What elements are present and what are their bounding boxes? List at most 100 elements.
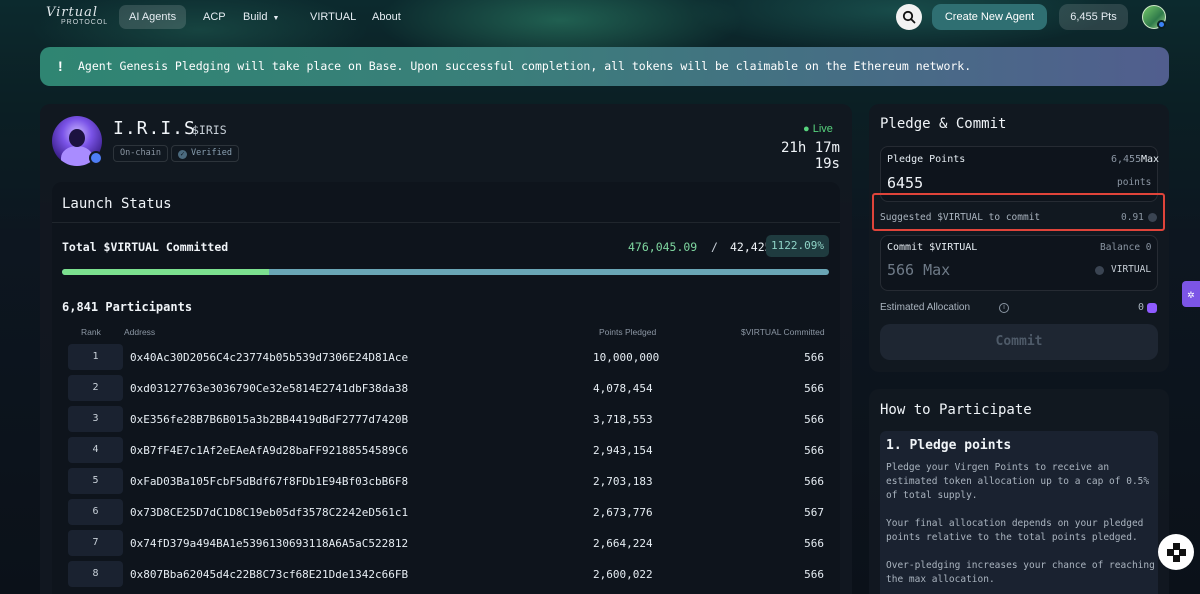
address-cell[interactable]: 0xd03127763e3036790Ce32e5814E2741dbF38da… [130, 382, 408, 395]
agent-token-icon [1147, 303, 1157, 313]
search-icon [902, 10, 916, 24]
rank-cell: 3 [68, 406, 123, 432]
table-row[interactable]: 2 0xd03127763e3036790Ce32e5814E2741dbF38… [52, 375, 840, 406]
token-label: VIRTUAL [1111, 264, 1152, 275]
rank-cell: 7 [68, 530, 123, 556]
nav-virtual[interactable]: VIRTUAL [300, 5, 366, 29]
participants-count: 6,841 Participants [62, 300, 193, 314]
points-cell: 4,078,454 [593, 382, 653, 395]
launch-status-card: Launch Status Total $VIRTUAL Committed 4… [52, 182, 840, 594]
estimated-allocation-value: 0 [1138, 302, 1145, 313]
nav-build[interactable]: Build ▼ [233, 5, 289, 29]
info-icon[interactable]: i [999, 303, 1009, 313]
total-committed-value: 476,045.09 [628, 240, 698, 254]
table-row[interactable]: 7 0x74fD379a494BA1e5396130693118A6A5aC52… [52, 530, 840, 561]
suggested-virtual-value: 0.91 [1121, 212, 1144, 223]
virtual-cell: 566 [804, 568, 824, 581]
points-cell: 3,718,553 [593, 413, 653, 426]
rank-cell: 1 [68, 344, 123, 370]
agent-name: I.R.I.S [113, 118, 196, 139]
table-row[interactable]: 8 0x807Bba62045d4c22B8C73cf68E21Dde1342c… [52, 561, 840, 592]
launch-status-title: Launch Status [62, 196, 172, 212]
table-row[interactable]: 6 0x73D8CE25D7dC1D8C19eb05df3578C2242eD5… [52, 499, 840, 530]
nav-acp[interactable]: ACP [193, 5, 236, 29]
chat-logo-icon [1179, 549, 1186, 556]
points-cell: 2,943,154 [593, 444, 653, 457]
commit-button[interactable]: Commit [880, 324, 1158, 360]
pledge-points-input[interactable]: 6455 [887, 174, 923, 192]
table-row[interactable]: 1 0x40Ac30D2056C4c23774b05b539d7306E24D8… [52, 344, 840, 375]
address-cell[interactable]: 0xE356fe28B7B6B015a3b2BB4419dBdF2777d742… [130, 413, 408, 426]
virtual-cell: 566 [804, 351, 824, 364]
verified-label: Verified [191, 148, 232, 158]
address-cell[interactable]: 0x73D8CE25D7dC1D8C19eb05df3578C2242eD561… [130, 506, 408, 519]
points-cell: 2,600,022 [593, 568, 653, 581]
check-icon: ✓ [178, 150, 187, 159]
chevron-down-icon: ▼ [272, 15, 280, 22]
sparkle-icon[interactable]: ✲ [1182, 281, 1200, 307]
points-cell: 2,703,183 [593, 475, 653, 488]
virtual-logo[interactable]: Virtual PROTOCOL [46, 5, 110, 29]
rank-cell: 6 [68, 499, 123, 525]
rank-cell: 4 [68, 437, 123, 463]
chat-logo-icon [1173, 555, 1180, 562]
virtual-token-icon [1095, 266, 1104, 275]
virtual-cell: 566 [804, 475, 824, 488]
table-row[interactable]: 5 0xFaD03Ba105FcbF5dBdf67f8FDb1E94Bf03cb… [52, 468, 840, 499]
nav-build-label: Build [243, 11, 268, 23]
progress-bar [62, 269, 829, 275]
max-points-value: 6,455 [1111, 154, 1142, 165]
pledge-commit-title: Pledge & Commit [880, 116, 1007, 132]
table-row[interactable]: 4 0xB7fF4E7c1Af2eEAeAfA9d28baFF921885545… [52, 437, 840, 468]
chat-widget-button[interactable] [1158, 534, 1194, 570]
balance-text: Balance 0 [1100, 242, 1152, 253]
banner-text: Agent Genesis Pledging will take place o… [78, 59, 972, 73]
pledge-points-label: Pledge Points [887, 154, 966, 165]
virtual-token-icon [1148, 213, 1157, 222]
address-cell[interactable]: 0x40Ac30D2056C4c23774b05b539d7306E24D81A… [130, 351, 408, 364]
address-cell[interactable]: 0xFaD03Ba105FcbF5dBdf67f8FDb1E94Bf03cbB6… [130, 475, 408, 488]
onchain-tag: On-chain [113, 145, 168, 162]
search-button[interactable] [896, 4, 922, 30]
logo-subtitle: PROTOCOL [61, 19, 109, 26]
rank-cell: 8 [68, 561, 123, 587]
points-cell: 2,673,776 [593, 506, 653, 519]
virtual-cell: 566 [804, 537, 824, 550]
virtual-cell: 566 [804, 382, 824, 395]
nav-about[interactable]: About [362, 5, 411, 29]
max-button[interactable]: Max [1141, 154, 1159, 165]
alert-icon: ! [58, 58, 63, 74]
rank-cell: 2 [68, 375, 123, 401]
address-cell[interactable]: 0xB7fF4E7c1Af2eEAeAfA9d28baFF92188554589… [130, 444, 408, 457]
points-cell: 2,664,224 [593, 537, 653, 550]
agent-panel: I.R.I.S $IRIS On-chain ✓ Verified ● Live … [40, 104, 852, 594]
avatar-figure-face [69, 129, 85, 147]
points-unit: points [1117, 177, 1152, 188]
nav-ai-agents[interactable]: AI Agents [119, 5, 187, 29]
verified-tag: ✓ Verified [171, 145, 239, 162]
header-address: Address [124, 327, 156, 337]
step-paragraph: Pledge your Virgen Points to receive an … [886, 462, 1150, 501]
commit-virtual-input[interactable]: 566 Max [887, 261, 950, 279]
address-cell[interactable]: 0x807Bba62045d4c22B8C73cf68E21Dde1342c66… [130, 568, 408, 581]
create-agent-button[interactable]: Create New Agent [932, 4, 1047, 30]
logo-script: Virtual [46, 5, 99, 20]
table-row[interactable]: 3 0xE356fe28B7B6B015a3b2BB4419dBdF2777d7… [52, 406, 840, 437]
commit-virtual-field[interactable]: Commit $VIRTUAL Balance 0 566 Max VIRTUA… [880, 235, 1158, 291]
header-virtual: $VIRTUAL Committed [741, 327, 825, 337]
pledge-commit-panel: Pledge & Commit Pledge Points 6,455 Max … [869, 104, 1169, 372]
agent-ticker: $IRIS [192, 123, 227, 137]
progress-fill [62, 269, 270, 275]
step-paragraph: Over-pledging increases your chance of r… [886, 560, 1155, 585]
chain-badge-icon [89, 151, 103, 165]
points-badge[interactable]: 6,455 Pts [1059, 4, 1128, 30]
info-banner: ! Agent Genesis Pledging will take place… [40, 47, 1169, 86]
participants-table: 1 0x40Ac30D2056C4c23774b05b539d7306E24D8… [52, 344, 840, 592]
wallet-status-icon [1157, 20, 1166, 29]
total-separator: / [711, 240, 718, 254]
address-cell[interactable]: 0x74fD379a494BA1e5396130693118A6A5aC5228… [130, 537, 408, 550]
commit-virtual-label: Commit $VIRTUAL [887, 242, 978, 253]
virtual-cell: 566 [804, 444, 824, 457]
points-cell: 10,000,000 [593, 351, 660, 364]
how-to-participate-panel: How to Participate 1. Pledge points Pled… [869, 389, 1169, 594]
